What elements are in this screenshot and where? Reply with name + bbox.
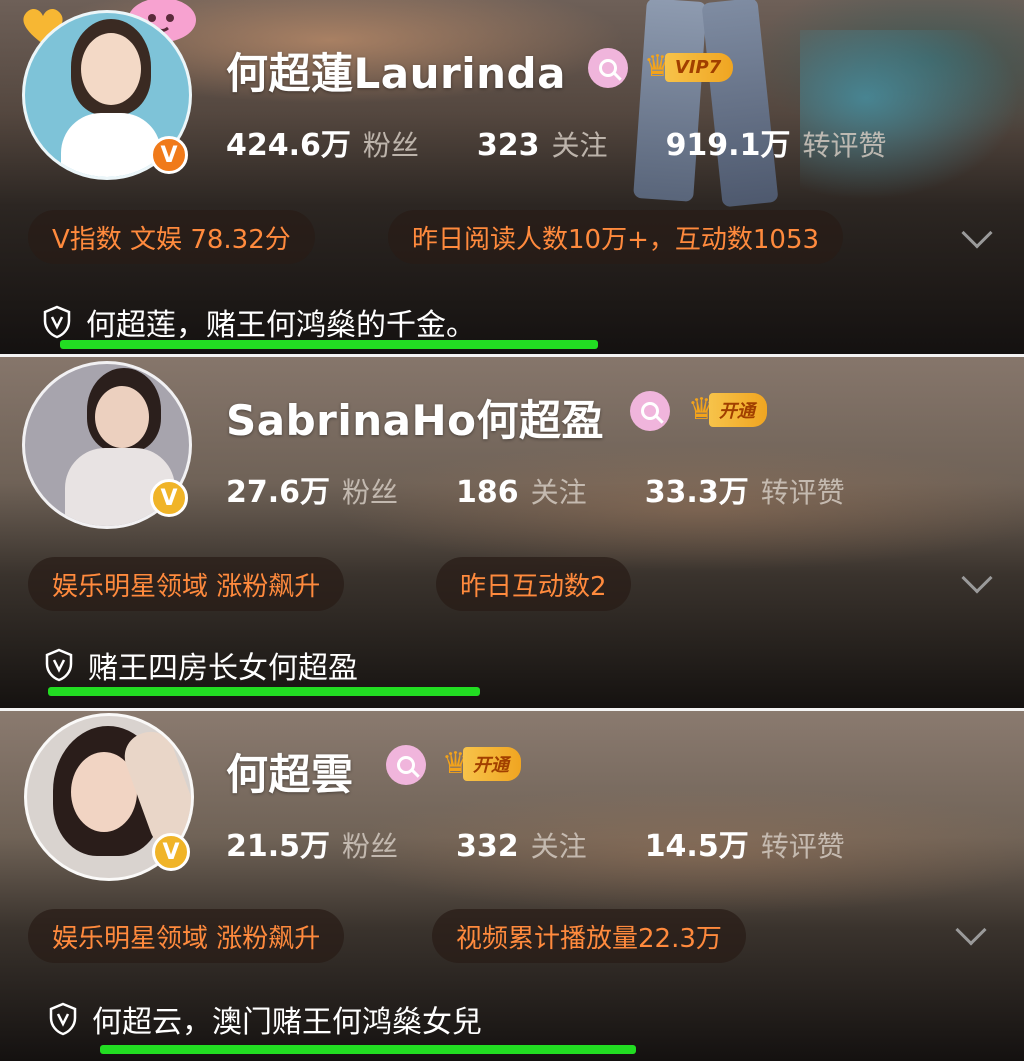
stats-row: 424.6万 粉丝 323 关注 919.1万 转评赞 — [226, 120, 944, 164]
bio-row: 赌王四房长女何超盈 — [44, 643, 358, 687]
following-label: 关注 — [551, 129, 608, 162]
stats-row: 27.6万 粉丝 186 关注 33.3万 转评赞 — [226, 467, 903, 511]
membership-badge[interactable]: ♛ 开通 — [688, 393, 767, 427]
highlight-underline — [48, 687, 480, 696]
verified-badge-icon: V — [150, 479, 188, 517]
interactions-count[interactable]: 33.3万 — [645, 467, 749, 511]
domain-chip[interactable]: 娱乐明星领域 涨粉飙升 — [28, 909, 345, 963]
profile-name: 何超雲 — [226, 750, 354, 799]
interactions-label: 转评赞 — [760, 830, 845, 863]
v-index-chip[interactable]: V指数 文娱 78.32分 — [28, 210, 315, 264]
highlight-underline — [100, 1045, 636, 1054]
background-figure — [633, 0, 780, 210]
chevron-down-icon[interactable] — [961, 562, 993, 594]
profile-name: SabrinaHo何超盈 — [226, 396, 605, 445]
search-badge-icon[interactable] — [588, 48, 628, 88]
bio-row: 何超莲，赌王何鸿燊的千金。 — [42, 300, 476, 344]
following-count[interactable]: 323 — [477, 128, 540, 163]
bio-text: 何超莲，赌王何鸿燊的千金。 — [86, 308, 476, 343]
profile-card-sabrina: V SabrinaHo何超盈 ♛ 开通 27.6万 粉丝 186 关注 33.3… — [0, 357, 1024, 708]
membership-badge[interactable]: ♛ 开通 — [442, 747, 521, 781]
highlight-underline — [60, 340, 598, 349]
background-image — [800, 30, 1020, 200]
interactions-count[interactable]: 919.1万 — [666, 120, 791, 164]
shield-verified-icon — [43, 305, 71, 339]
vip-badge[interactable]: ♛ VIP7 — [644, 50, 734, 84]
following-label: 关注 — [530, 830, 587, 863]
bio-row: 何超云，澳门赌王何鸿燊女兒 — [48, 997, 482, 1041]
interaction-stats-chip[interactable]: 昨日互动数2 — [436, 557, 631, 611]
verified-badge-icon: V — [150, 136, 188, 174]
profile-name: 何超蓮Laurinda — [226, 49, 566, 98]
profile-card-laurinda: V 何超蓮Laurinda ♛ VIP7 424.6万 粉丝 323 关注 91… — [0, 0, 1024, 355]
shield-verified-icon — [45, 648, 73, 682]
followers-label: 粉丝 — [362, 129, 419, 162]
followers-count[interactable]: 424.6万 — [226, 120, 351, 164]
following-label: 关注 — [530, 476, 587, 509]
reading-stats-chip[interactable]: 昨日阅读人数10万+，互动数1053 — [388, 210, 844, 264]
bio-text: 赌王四房长女何超盈 — [88, 651, 358, 686]
search-badge-icon[interactable] — [630, 391, 670, 431]
chevron-down-icon[interactable] — [955, 914, 987, 946]
stats-row: 21.5万 粉丝 332 关注 14.5万 转评赞 — [226, 821, 903, 865]
followers-label: 粉丝 — [342, 830, 399, 863]
followers-count[interactable]: 21.5万 — [226, 821, 330, 865]
search-badge-icon[interactable] — [386, 745, 426, 785]
video-stats-chip[interactable]: 视频累计播放量22.3万 — [432, 909, 746, 963]
followers-label: 粉丝 — [342, 476, 399, 509]
following-count[interactable]: 332 — [456, 829, 519, 864]
shield-verified-icon — [49, 1002, 77, 1036]
verified-badge-icon: V — [152, 833, 190, 871]
following-count[interactable]: 186 — [456, 475, 519, 510]
chevron-down-icon[interactable] — [961, 217, 993, 249]
followers-count[interactable]: 27.6万 — [226, 467, 330, 511]
interactions-label: 转评赞 — [760, 476, 845, 509]
bio-text: 何超云，澳门赌王何鸿燊女兒 — [92, 1005, 482, 1040]
interactions-count[interactable]: 14.5万 — [645, 821, 749, 865]
domain-chip[interactable]: 娱乐明星领域 涨粉飙升 — [28, 557, 345, 611]
profile-card-heyun: V 何超雲 ♛ 开通 21.5万 粉丝 332 关注 14.5万 转评赞 娱乐明… — [0, 711, 1024, 1061]
interactions-label: 转评赞 — [802, 129, 887, 162]
